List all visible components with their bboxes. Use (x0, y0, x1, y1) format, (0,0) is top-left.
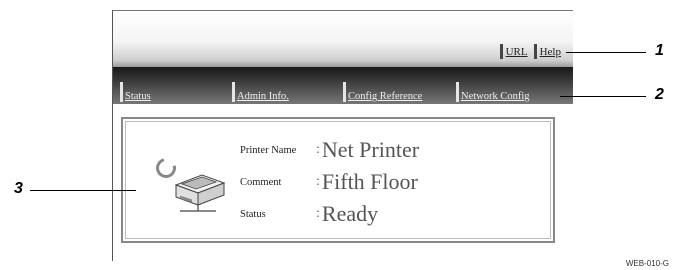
tab-network-config[interactable]: Network Config (456, 80, 530, 102)
status-panel: Printer Name : Net Printer Comment : Fif… (121, 117, 555, 243)
separator: : (316, 142, 320, 157)
status-value: Ready (321, 201, 379, 226)
separator: : (316, 174, 320, 189)
tab-bar-icon (232, 82, 235, 102)
nav-bar: Status Admin Info. Config Reference Netw… (113, 67, 573, 104)
printer-name-row: Printer Name : Net Printer (240, 134, 419, 166)
tab-config-reference-label: Config Reference (348, 91, 423, 102)
status-row: Status : Ready (240, 198, 419, 230)
callout-line-2 (560, 96, 646, 97)
status-panel-inner: Printer Name : Net Printer Comment : Fif… (125, 121, 551, 239)
callout-number-2: 2 (655, 86, 664, 103)
tab-bar-icon (120, 82, 123, 102)
nav-tabs: Status Admin Info. Config Reference Netw… (120, 80, 560, 104)
printer-name-label: Printer Name (240, 144, 297, 156)
comment-value: Fifth Floor (321, 169, 418, 194)
tab-status-label: Status (125, 91, 151, 102)
top-links: URL Help (499, 44, 561, 59)
tab-bar-icon (456, 82, 459, 102)
printer-icon (174, 174, 226, 212)
printer-name-value: Net Printer (321, 137, 420, 162)
tab-admin-info[interactable]: Admin Info. (232, 80, 289, 102)
comment-row: Comment : Fifth Floor (240, 166, 419, 198)
callout-number-1: 1 (655, 42, 664, 59)
tab-config-reference[interactable]: Config Reference (343, 80, 422, 102)
tab-admin-info-label: Admin Info. (237, 91, 289, 102)
url-link-label: URL (505, 45, 528, 58)
header-band: URL Help (113, 11, 573, 67)
tab-bar-icon (343, 82, 346, 102)
printer-info: Printer Name : Net Printer Comment : Fif… (240, 134, 419, 230)
callout-number-3: 3 (14, 180, 23, 197)
tab-status[interactable]: Status (120, 80, 151, 102)
help-link[interactable]: Help (533, 44, 561, 59)
tab-network-config-label: Network Config (461, 91, 530, 102)
url-link[interactable]: URL (499, 44, 528, 59)
callout-line-3 (30, 190, 136, 191)
callout-line-1 (566, 52, 646, 53)
link-bar-icon (533, 44, 537, 59)
comment-label: Comment (240, 176, 282, 188)
figure-code: WEB-010-G (625, 259, 669, 268)
browser-frame: URL Help Status Admin Info. Config Refer… (112, 10, 573, 261)
separator: : (316, 206, 320, 221)
status-label: Status (240, 208, 266, 220)
help-link-label: Help (539, 45, 561, 58)
link-bar-icon (499, 44, 503, 59)
